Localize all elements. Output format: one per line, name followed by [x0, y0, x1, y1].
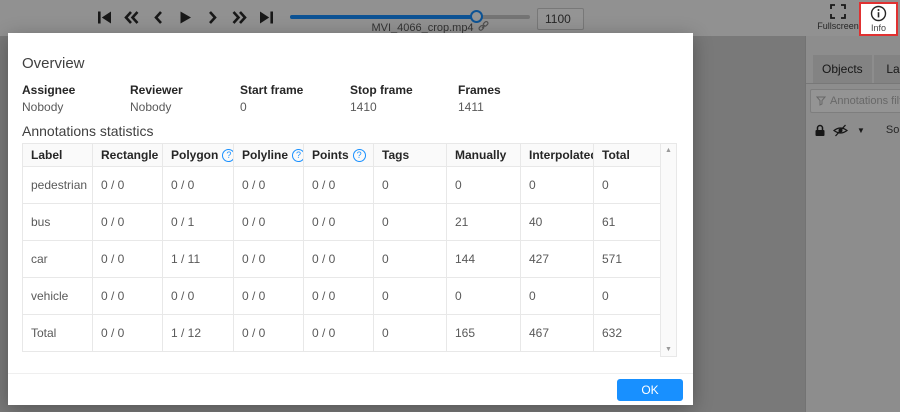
scroll-down-icon[interactable]: ▼: [661, 346, 676, 353]
table-row-total: Total 0 / 0 1 / 12 0 / 0 0 / 0 0 165 467…: [22, 314, 661, 352]
meta-start-frame: Start frame 0: [240, 83, 304, 114]
table-scrollbar[interactable]: ▲ ▼: [660, 143, 677, 357]
question-circle-icon[interactable]: ?: [222, 149, 233, 162]
info-button[interactable]: Info: [859, 2, 898, 36]
table-row: vehicle 0 / 0 0 / 0 0 / 0 0 / 0 0 0 0 0: [22, 277, 661, 315]
meta-assignee: Assignee Nobody: [22, 83, 76, 114]
stats-title: Annotations statistics: [22, 123, 154, 139]
stats-header-row: Label Rectangle? Polygon? Polyline? Poin…: [22, 143, 661, 167]
info-label: Info: [870, 23, 886, 33]
modal-footer: OK: [8, 373, 693, 405]
scroll-up-icon[interactable]: ▲: [661, 147, 676, 154]
meta-frames: Frames 1411: [458, 83, 501, 114]
col-rectangle: Rectangle?: [92, 143, 163, 167]
overview-modal: Overview Assignee Nobody Reviewer Nobody…: [8, 33, 693, 405]
col-points: Points?: [303, 143, 374, 167]
col-total: Total: [593, 143, 661, 167]
table-row: bus 0 / 0 0 / 1 0 / 0 0 / 0 0 21 40 61: [22, 203, 661, 241]
question-circle-icon[interactable]: ?: [292, 149, 303, 162]
table-row: car 0 / 0 1 / 11 0 / 0 0 / 0 0 144 427 5…: [22, 240, 661, 278]
col-polygon: Polygon?: [162, 143, 234, 167]
col-interpolated: Interpolated: [520, 143, 594, 167]
meta-stop-frame: Stop frame 1410: [350, 83, 413, 114]
stats-table-wrapper: Label Rectangle? Polygon? Polyline? Poin…: [22, 143, 677, 357]
info-icon: [870, 5, 887, 22]
stats-table: Label Rectangle? Polygon? Polyline? Poin…: [22, 143, 661, 352]
ok-button[interactable]: OK: [617, 379, 683, 401]
col-polyline: Polyline?: [233, 143, 304, 167]
question-circle-icon[interactable]: ?: [352, 149, 366, 162]
cvat-annotation-app: MVI_4066_crop.mp4 Fullscreen Objects Lab…: [0, 0, 900, 412]
meta-reviewer: Reviewer Nobody: [130, 83, 183, 114]
col-manually: Manually: [446, 143, 521, 167]
col-tags: Tags: [373, 143, 447, 167]
col-label: Label: [22, 143, 93, 167]
modal-title: Overview: [22, 55, 85, 72]
table-row: pedestrian 0 / 0 0 / 0 0 / 0 0 / 0 0 0 0…: [22, 166, 661, 204]
